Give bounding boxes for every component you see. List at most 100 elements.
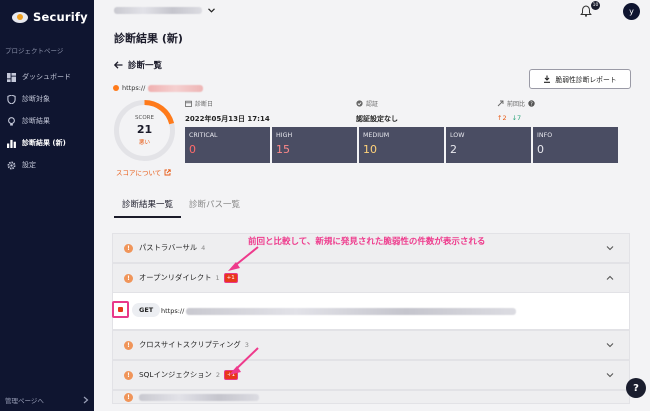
sidebar-item-results-new[interactable]: 診断結果 (新) <box>0 132 94 154</box>
target-url-prefix: https:// <box>122 84 146 92</box>
sidebar-item-label: 診断結果 (新) <box>22 139 66 147</box>
check-circle-icon <box>356 100 363 107</box>
app-name: Securify <box>33 10 88 24</box>
severity-label: CRITICAL <box>189 132 218 139</box>
compare-values: ↑2 ↓7 <box>497 114 521 122</box>
finding-name: オープンリダイレクト <box>139 273 212 282</box>
sidebar-item-dashboard[interactable]: ダッシュボード <box>0 66 94 88</box>
bar-chart-icon <box>7 139 16 148</box>
severity-count: 10 <box>363 143 377 156</box>
auth-label: 認証 <box>366 101 379 108</box>
tab-path-list[interactable]: 診断パス一覧 <box>181 198 248 218</box>
severity-medium[interactable]: MEDIUM 10 <box>359 127 444 163</box>
chevron-down-icon <box>606 343 614 348</box>
new-finding-badge: +1 <box>223 273 238 283</box>
finding-row-sql-injection[interactable]: ! SQLインジェクション 2 +1 <box>112 360 630 390</box>
finding-detail-row[interactable]: GET https:// <box>112 293 630 330</box>
finding-row-open-redirect[interactable]: ! オープンリダイレクト 1 +1 <box>112 263 630 293</box>
chevron-down-icon <box>606 373 614 378</box>
eye-logo-icon <box>12 11 28 23</box>
score-label: SCORE <box>135 115 154 121</box>
sidebar-nav: ダッシュボード 診断対象 診断結果 診断結果 (新) 設定 <box>0 66 94 176</box>
findings-list: ! パストラバーサル 4 ! オープンリダイレクト 1 +1 GET https… <box>112 233 630 404</box>
admin-page-link[interactable]: 管理ページへ <box>5 395 89 405</box>
scan-date-value: 2022年05月13日 17:14 <box>185 115 270 123</box>
back-to-list-link[interactable]: 診断一覧 <box>114 59 162 71</box>
compare-new-count: ↑2 <box>497 114 507 122</box>
bell-icon[interactable] <box>580 5 592 17</box>
warning-icon: ! <box>124 392 133 402</box>
sidebar-item-targets[interactable]: 診断対象 <box>0 88 94 110</box>
topbar: 10 y <box>94 0 650 26</box>
severity-critical[interactable]: CRITICAL 0 <box>185 127 270 163</box>
sidebar-item-label: 診断対象 <box>22 95 50 103</box>
page-title: 診断結果 (新) <box>114 32 183 45</box>
scan-date-block: 診断日 2022年05月13日 17:14 <box>185 99 270 124</box>
finding-row-partial[interactable]: ! <box>112 390 630 404</box>
warning-icon: ! <box>124 340 133 350</box>
sidebar-item-label: 診断結果 <box>22 117 50 125</box>
chevron-right-icon <box>83 396 89 404</box>
score-about-link[interactable]: スコアについて <box>116 167 171 177</box>
sidebar-item-settings[interactable]: 設定 <box>0 154 94 176</box>
tab-results-list[interactable]: 診断結果一覧 <box>114 198 182 218</box>
finding-url-prefix: https:// <box>161 307 185 315</box>
warning-icon: ! <box>124 273 133 283</box>
finding-name: パストラバーサル <box>139 243 198 252</box>
project-selector[interactable] <box>114 7 215 14</box>
sidebar-item-label: 設定 <box>22 161 36 169</box>
blurred-finding-url <box>186 307 517 315</box>
sidebar-item-results[interactable]: 診断結果 <box>0 110 94 132</box>
report-button-label: 脆弱性診断レポート <box>555 76 617 84</box>
chevron-up-icon <box>606 275 614 280</box>
compare-label: 前回比 <box>507 101 526 108</box>
trend-arrow-icon <box>497 100 504 107</box>
help-button[interactable]: ? <box>626 378 646 398</box>
dashboard-icon <box>7 72 16 82</box>
blurred-finding-name <box>139 393 259 401</box>
severity-high[interactable]: HIGH 15 <box>272 127 357 163</box>
severity-low[interactable]: LOW 2 <box>446 127 531 163</box>
result-tabs: 診断結果一覧 診断パス一覧 <box>114 198 248 218</box>
arrow-left-icon <box>114 61 123 69</box>
target-url[interactable]: https:// <box>113 84 204 92</box>
severity-count: 0 <box>537 143 544 156</box>
avatar[interactable]: y <box>623 3 640 20</box>
severity-info[interactable]: INFO 0 <box>533 127 618 163</box>
compare-fixed-count: ↓7 <box>511 114 522 122</box>
scan-date-label: 診断日 <box>195 101 214 108</box>
score-about-label: スコアについて <box>116 169 162 177</box>
sidebar-item-label: ダッシュボード <box>22 73 71 81</box>
site-favicon-icon <box>113 85 119 91</box>
annotation-text: 前回と比較して、新規に発見された脆弱性の件数が表示される <box>248 237 486 247</box>
vulnerability-report-button[interactable]: 脆弱性診断レポート <box>529 69 631 89</box>
severity-label: MEDIUM <box>363 132 390 139</box>
warning-icon: ! <box>124 370 133 380</box>
finding-count: 1 <box>215 274 220 282</box>
blurred-target-url <box>148 84 204 92</box>
calendar-icon <box>185 100 192 107</box>
admin-page-label: 管理ページへ <box>5 397 44 405</box>
main-content: 10 y 診断結果 (新) 診断一覧 https:// 脆弱性診断レポート SC… <box>94 0 650 411</box>
warning-icon: ! <box>124 243 133 253</box>
sidebar-section-label: プロジェクトページ <box>5 47 64 55</box>
http-method-badge: GET <box>132 303 161 317</box>
brand-logo[interactable]: Securify <box>12 10 88 24</box>
severity-count: 15 <box>276 143 290 156</box>
finding-row-xss[interactable]: ! クロスサイトスクリプティング 3 <box>112 330 630 360</box>
score-donut: SCORE 21 悪い <box>112 98 177 163</box>
bulb-icon <box>8 116 15 126</box>
shield-icon <box>7 94 16 104</box>
gear-icon <box>7 161 16 169</box>
chevron-down-icon <box>208 8 215 13</box>
help-circle-icon[interactable]: ? <box>528 100 535 107</box>
severity-count: 2 <box>450 143 457 156</box>
compare-block: 前回比 ? <box>497 99 535 108</box>
auth-block: 認証 認証設定なし <box>356 99 398 124</box>
finding-url[interactable]: https:// <box>161 307 517 315</box>
score-grade: 悪い <box>138 140 150 146</box>
finding-count: 3 <box>244 341 249 349</box>
external-link-icon <box>164 168 171 175</box>
sidebar: Securify プロジェクトページ ダッシュボード 診断対象 診断結果 診断結… <box>0 0 94 411</box>
new-item-marker <box>112 301 129 318</box>
